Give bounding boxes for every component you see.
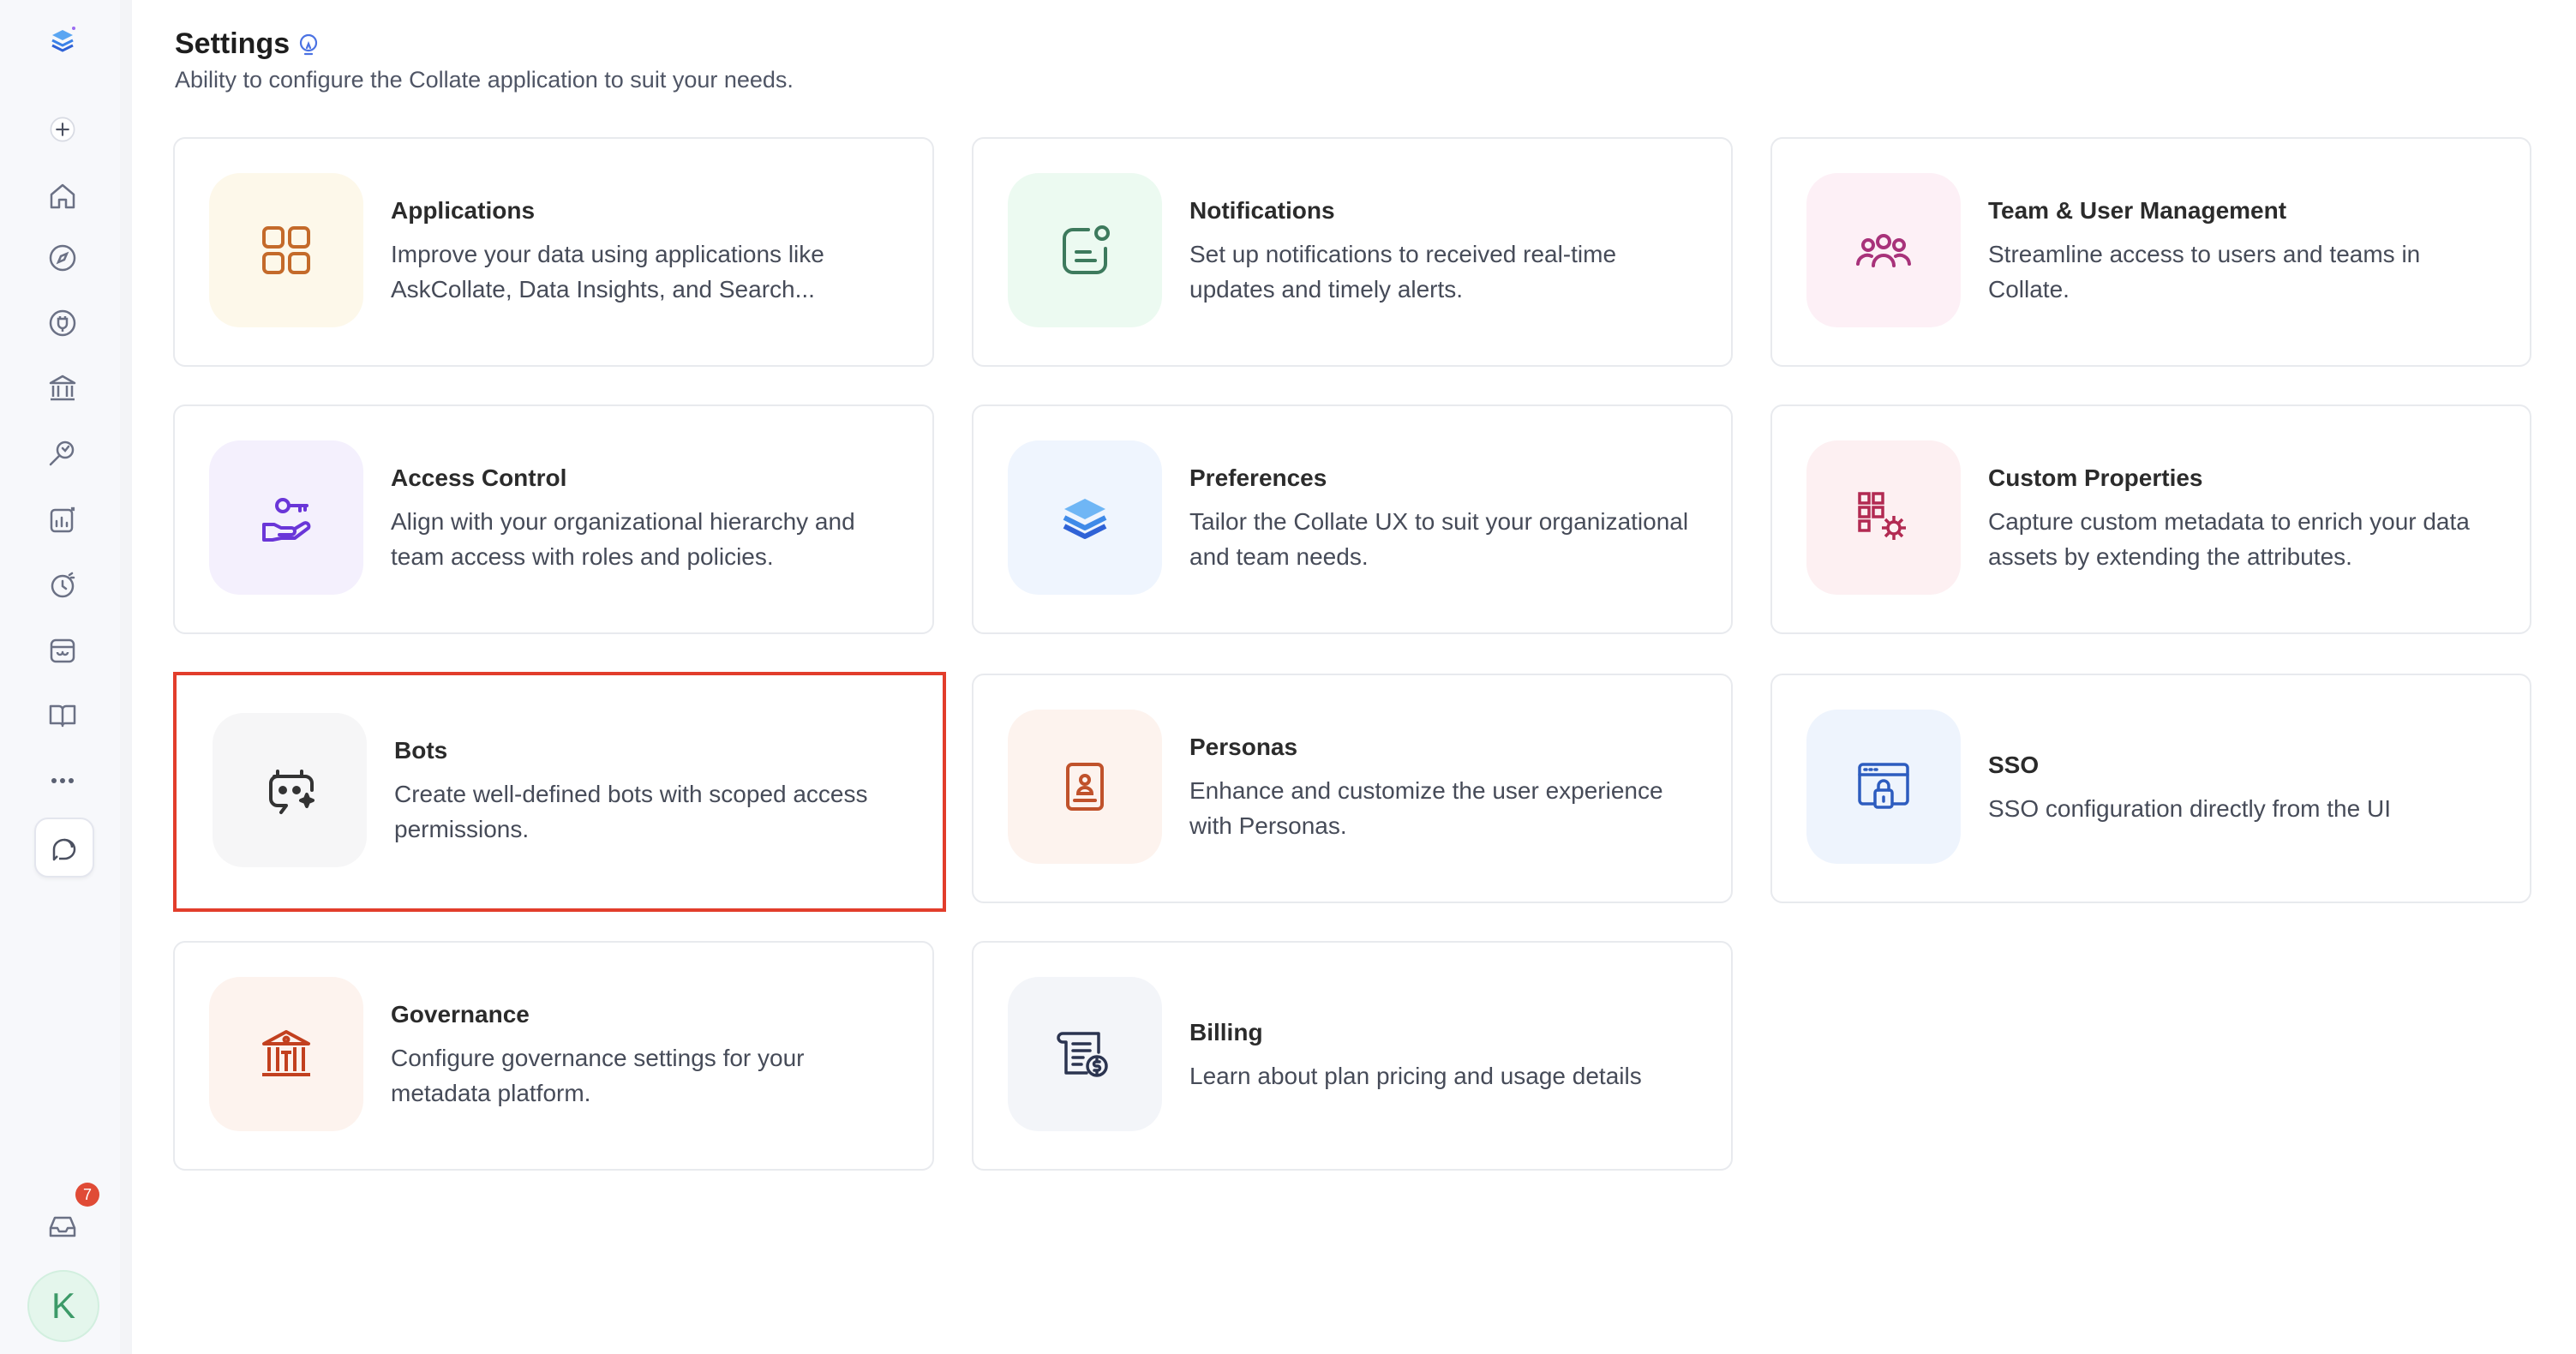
- history-clock-icon[interactable]: [34, 557, 91, 614]
- card-description: Capture custom metadata to enrich your d…: [1988, 508, 2470, 570]
- docs-book-icon[interactable]: [34, 687, 91, 744]
- billing-receipt-icon: [1008, 977, 1162, 1131]
- card-description: Configure governance settings for your m…: [391, 1045, 805, 1106]
- notification-message-icon: [1008, 173, 1162, 327]
- card-title: Notifications: [1189, 197, 1335, 224]
- card-title: SSO: [1988, 751, 2040, 778]
- grid-gear-icon: [1806, 440, 1961, 595]
- card-title: Billing: [1189, 1018, 1263, 1045]
- settings-card-access-control[interactable]: Access Control Align with your organizat…: [173, 404, 934, 634]
- add-icon[interactable]: [34, 101, 91, 158]
- key-hand-icon: [209, 440, 363, 595]
- collate-logo-icon[interactable]: [34, 12, 91, 69]
- bot-icon: [213, 713, 367, 867]
- persona-badge-icon: [1008, 710, 1162, 864]
- browser-lock-icon: [1806, 710, 1961, 864]
- lightbulb-hint-icon[interactable]: [295, 31, 322, 58]
- home-icon[interactable]: [34, 168, 91, 225]
- page-subtitle: Ability to configure the Collate applica…: [175, 67, 794, 93]
- settings-card-personas[interactable]: Personas Enhance and customize the user …: [972, 674, 1733, 903]
- card-description: Tailor the Collate UX to suit your organ…: [1189, 508, 1689, 570]
- sidebar: 7 K: [0, 0, 121, 1354]
- team-users-icon: [1806, 173, 1961, 327]
- settings-card-governance[interactable]: Governance Configure governance settings…: [173, 941, 934, 1171]
- insights-chart-icon[interactable]: [34, 492, 91, 548]
- data-quality-search-icon[interactable]: [34, 425, 91, 482]
- settings-card-sso[interactable]: SSO SSO configuration directly from the …: [1770, 674, 2531, 903]
- settings-card-team-user-management[interactable]: Team & User Management Streamline access…: [1770, 137, 2531, 367]
- card-description: Create well-defined bots with scoped acc…: [394, 781, 868, 842]
- inbox-icon[interactable]: [34, 1198, 91, 1255]
- card-description: Enhance and customize the user experienc…: [1189, 777, 1663, 839]
- card-title: Applications: [391, 197, 536, 224]
- card-description: Align with your organizational hierarchy…: [391, 508, 855, 570]
- layers-stack-icon: [1008, 440, 1162, 595]
- card-description: Set up notifications to received real-ti…: [1189, 241, 1617, 303]
- card-title: Custom Properties: [1988, 464, 2203, 491]
- card-description: SSO configuration directly from the UI: [1988, 794, 2391, 822]
- card-description: Streamline access to users and teams in …: [1988, 241, 2421, 303]
- card-title: Bots: [394, 737, 448, 764]
- applications-grid-icon: [209, 173, 363, 327]
- card-description: Improve your data using applications lik…: [391, 241, 824, 303]
- marketplace-store-icon[interactable]: [34, 622, 91, 679]
- settings-page: Settings Ability to configure the Collat…: [120, 0, 2566, 1354]
- more-options-icon[interactable]: [34, 752, 91, 809]
- settings-card-bots[interactable]: Bots Create well-defined bots with scope…: [173, 672, 946, 912]
- settings-chat-icon[interactable]: [34, 818, 94, 878]
- settings-card-preferences[interactable]: Preferences Tailor the Collate UX to sui…: [972, 404, 1733, 634]
- settings-card-custom-properties[interactable]: Custom Properties Capture custom metadat…: [1770, 404, 2531, 634]
- observability-icon[interactable]: [34, 295, 91, 351]
- card-title: Personas: [1189, 734, 1298, 760]
- card-title: Team & User Management: [1988, 197, 2287, 224]
- page-title: Settings: [175, 27, 291, 60]
- user-avatar[interactable]: K: [27, 1270, 99, 1342]
- settings-card-notifications[interactable]: Notifications Set up notifications to re…: [972, 137, 1733, 367]
- settings-card-applications[interactable]: Applications Improve your data using app…: [173, 137, 934, 367]
- card-title: Access Control: [391, 464, 567, 491]
- card-title: Governance: [391, 1001, 530, 1027]
- settings-card-billing[interactable]: Billing Learn about plan pricing and usa…: [972, 941, 1733, 1171]
- governance-bank-icon[interactable]: [34, 360, 91, 416]
- card-title: Preferences: [1189, 464, 1327, 491]
- notification-count-badge: 7: [75, 1183, 99, 1207]
- explore-compass-icon[interactable]: [34, 230, 91, 286]
- bank-building-icon: [209, 977, 363, 1131]
- card-description: Learn about plan pricing and usage detai…: [1189, 1062, 1642, 1089]
